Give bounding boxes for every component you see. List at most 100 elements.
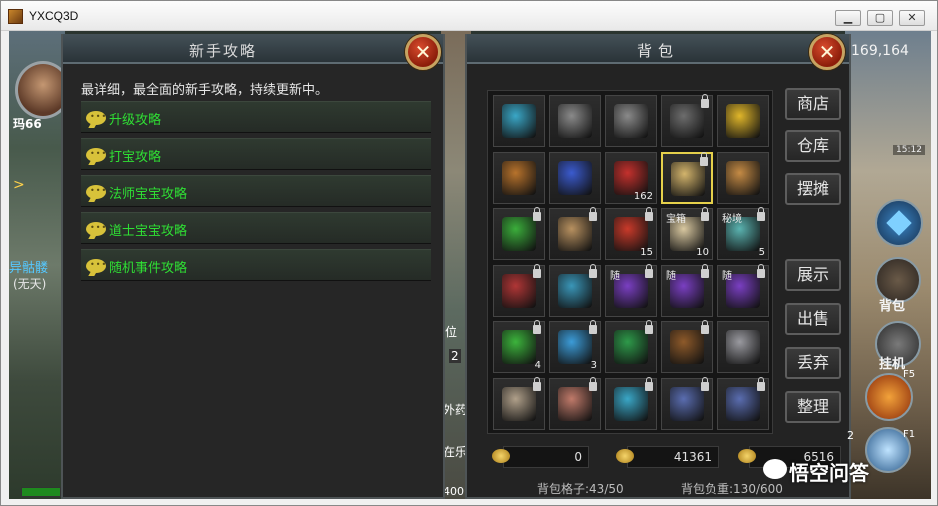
bag-slot[interactable] <box>493 376 545 430</box>
bag-slot[interactable]: 随 <box>717 263 769 317</box>
lock-icon <box>645 207 653 221</box>
warehouse-button[interactable]: 仓库 <box>785 130 841 162</box>
treasure-chest-icon <box>670 330 704 364</box>
lock-icon <box>757 376 765 391</box>
close-window-button[interactable]: ✕ <box>899 10 925 26</box>
world-label-3: 外药 <box>443 403 468 417</box>
world-label-2: 2 <box>449 349 461 363</box>
bag-panel: 背包 ✕ 162 15 宝箱 10 秘境 5 随 随 随 4 3 商店 仓库 摆摊 展示 出售 丢弃… <box>465 34 851 499</box>
item-count: 5 <box>758 247 765 258</box>
stall-button[interactable]: 摆摊 <box>785 173 841 205</box>
gold-coin-icon <box>616 449 634 463</box>
sword-icon <box>726 330 760 364</box>
bag-slot[interactable] <box>549 95 601 147</box>
guide-close-button[interactable]: ✕ <box>405 34 441 70</box>
bag-shortcut-label: 背包 <box>879 299 906 314</box>
guide-item-treasure[interactable]: ••• 打宝攻略 <box>81 138 431 170</box>
bag-slots-label: 背包格子:43/50 <box>537 482 624 496</box>
bag-slot[interactable] <box>661 151 713 204</box>
bag-slot[interactable] <box>717 376 769 430</box>
bag-slot[interactable]: 宝箱 10 <box>661 207 713 260</box>
auto-hang-label: 挂机 <box>879 357 906 372</box>
bag-slot[interactable]: 随 <box>605 263 657 317</box>
window-titlebar: YXCQ3D ▁ ▢ ✕ <box>1 1 937 31</box>
bag-grid: 162 15 宝箱 10 秘境 5 随 随 随 4 3 <box>487 90 773 434</box>
bag-slot[interactable]: 随 <box>661 263 713 317</box>
bag-slot[interactable]: 4 <box>493 320 545 373</box>
skill-count: 2 <box>847 429 854 442</box>
guide-item-mage-pet[interactable]: ••• 法师宝宝攻略 <box>81 175 431 207</box>
maximize-button[interactable]: ▢ <box>867 10 893 26</box>
lock-icon <box>589 376 597 391</box>
item-count: 4 <box>534 360 541 371</box>
lock-icon <box>645 320 653 334</box>
hp-bar <box>21 487 61 497</box>
discard-button[interactable]: 丢弃 <box>785 347 841 379</box>
lock-icon <box>645 263 653 278</box>
bag-slot[interactable] <box>549 151 601 204</box>
bag-slot[interactable] <box>549 263 601 317</box>
world-label-4: 在乐 <box>443 445 468 459</box>
money-ingot: 0 <box>492 446 589 468</box>
lock-icon <box>701 94 709 108</box>
cape-icon <box>614 217 648 251</box>
bag-slot[interactable]: 162 <box>605 151 657 204</box>
sort-button[interactable]: 整理 <box>785 391 841 423</box>
minimize-button[interactable]: ▁ <box>835 10 861 26</box>
guide-item-leveling[interactable]: ••• 升级攻略 <box>81 101 431 133</box>
guide-intro: 最详细，最全面的新手攻略，持续更新中。 <box>81 83 329 98</box>
money-gold: 41361 <box>616 446 719 468</box>
guide-header: 新手攻略 <box>63 34 443 64</box>
bag-title: 背包 <box>636 42 679 60</box>
bag-close-button[interactable]: ✕ <box>809 34 845 70</box>
coin-counter: 169,164 <box>851 43 909 59</box>
guide-item-random-event[interactable]: ••• 随机事件攻略 <box>81 249 431 281</box>
bag-slot[interactable] <box>549 376 601 430</box>
chest-icon <box>502 273 536 308</box>
shop-button[interactable]: 商店 <box>785 88 841 120</box>
pouch-icon <box>502 217 536 251</box>
bag-slot[interactable] <box>717 321 769 373</box>
gold-coin-icon <box>738 449 756 463</box>
bag-slot[interactable] <box>493 207 545 260</box>
game-viewport[interactable]: 玛66 > 异骷髅 (无天) 位 2 外药 在乐 400 新手攻略 ✕ 最详细，… <box>9 31 931 499</box>
bag-slot[interactable] <box>605 320 657 373</box>
lock-icon <box>701 376 709 391</box>
lock-icon <box>757 207 765 221</box>
bag-slot[interactable] <box>605 95 657 147</box>
bag-slot[interactable] <box>661 94 713 147</box>
left-arrow[interactable]: > <box>13 177 25 193</box>
bag-slot[interactable]: 15 <box>605 207 657 260</box>
bag-slot[interactable] <box>493 151 545 204</box>
sell-button[interactable]: 出售 <box>785 303 841 335</box>
bag-slot[interactable] <box>605 376 657 430</box>
lock-icon <box>589 207 597 221</box>
item-tag: 秘境 <box>722 214 742 225</box>
glove-icon <box>558 386 592 421</box>
bag-slot[interactable] <box>661 320 713 373</box>
item-count: 3 <box>590 360 597 371</box>
bag-slot[interactable] <box>493 95 545 147</box>
scroll-icon <box>671 161 705 196</box>
bag-slot[interactable]: 3 <box>549 320 601 373</box>
gold-ingot-icon <box>492 449 510 463</box>
menu-diamond-button[interactable] <box>875 199 923 247</box>
bag-slot[interactable] <box>661 376 713 430</box>
lock-icon <box>700 151 708 166</box>
bag-weight-label: 背包负重:130/600 <box>681 482 783 496</box>
lock-icon <box>701 320 709 334</box>
guide-item-taoist-pet[interactable]: ••• 道士宝宝攻略 <box>81 212 431 244</box>
clock: 15:12 <box>893 145 925 155</box>
item-tag: 随 <box>722 270 732 282</box>
bag-slot[interactable] <box>549 207 601 260</box>
lock-icon <box>757 263 765 278</box>
skill-fire-button[interactable] <box>865 373 913 421</box>
bag-slot[interactable] <box>717 95 769 147</box>
bag-slot[interactable]: 秘境 5 <box>717 207 769 260</box>
helmet-icon <box>502 160 536 195</box>
display-button[interactable]: 展示 <box>785 259 841 291</box>
lock-icon <box>533 263 541 278</box>
cloth-icon <box>502 104 536 138</box>
bag-slot[interactable] <box>717 151 769 204</box>
bag-slot[interactable] <box>493 263 545 317</box>
